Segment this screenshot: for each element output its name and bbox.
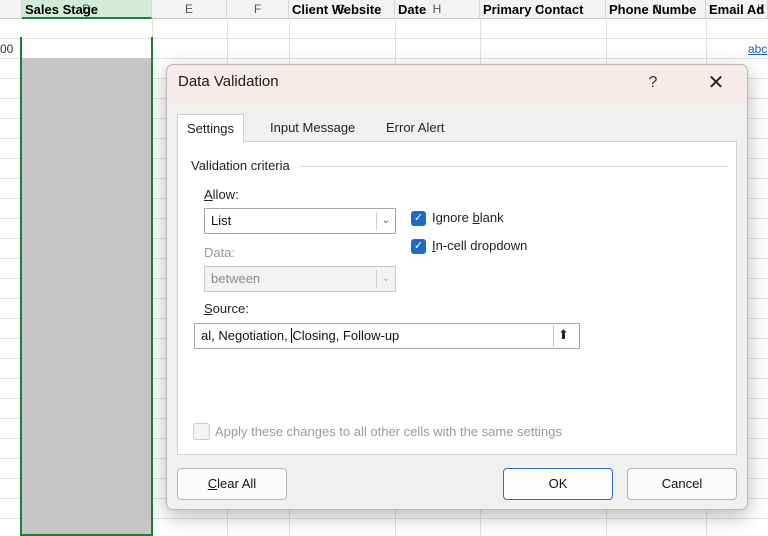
data-select: between ⌄ bbox=[204, 266, 396, 292]
dialog-title: Data Validation bbox=[178, 73, 279, 90]
allow-label: Allow: bbox=[204, 187, 239, 202]
header-cell-client-website[interactable]: Client Website bbox=[289, 0, 395, 20]
header-cell-phone-number[interactable]: Phone Numbe bbox=[606, 0, 706, 20]
source-value-after-caret: Closing, Follow-up bbox=[292, 328, 400, 343]
in-cell-dropdown-label: In-cell dropdown bbox=[432, 238, 528, 253]
apply-all-checkbox[interactable] bbox=[193, 423, 210, 440]
allow-select-value: List bbox=[211, 213, 232, 228]
data-validation-dialog: Data Validation ? ✕ Settings Input Messa… bbox=[166, 64, 748, 510]
tab-settings[interactable]: Settings bbox=[177, 114, 244, 143]
settings-panel: Validation criteria Allow: List ⌄ Data: … bbox=[177, 141, 737, 455]
ignore-blank-label: Ignore blank bbox=[432, 210, 504, 225]
data-label: Data: bbox=[204, 245, 236, 260]
help-button[interactable]: ? bbox=[641, 71, 665, 95]
collapse-dialog-icon[interactable]: ⬆ bbox=[553, 325, 573, 347]
header-cell-primary-contact[interactable]: Primary Contact bbox=[480, 0, 606, 20]
header-cell-sales-stage[interactable]: Sales Stage bbox=[22, 0, 150, 20]
close-icon[interactable]: ✕ bbox=[703, 70, 729, 96]
data-select-value: between bbox=[211, 271, 261, 286]
divider bbox=[300, 166, 728, 167]
allow-label-rest: llow: bbox=[212, 187, 239, 202]
ignore-blank-checkbox[interactable]: ✓ bbox=[411, 211, 426, 226]
tab-error-alert[interactable]: Error Alert bbox=[377, 114, 454, 142]
column-header-e[interactable]: E bbox=[152, 0, 227, 19]
cell-email-link[interactable]: abc bbox=[748, 42, 767, 56]
source-input[interactable]: al, Negotiation, Closing, Follow-up bbox=[194, 323, 580, 349]
tab-input-message[interactable]: Input Message bbox=[261, 114, 364, 142]
dialog-title-bar[interactable]: Data Validation ? ✕ bbox=[167, 65, 747, 103]
table-row bbox=[0, 19, 768, 39]
cell-partial-value[interactable]: 00 bbox=[0, 42, 13, 56]
allow-select[interactable]: List ⌄ bbox=[204, 208, 396, 234]
source-value-before-caret: al, Negotiation, bbox=[201, 328, 292, 343]
ok-button[interactable]: OK bbox=[503, 468, 613, 500]
validation-criteria-heading: Validation criteria bbox=[191, 158, 294, 173]
chevron-down-icon: ⌄ bbox=[376, 270, 395, 288]
column-header-f[interactable]: F bbox=[227, 0, 289, 19]
header-cell-date[interactable]: Date bbox=[395, 0, 480, 20]
apply-all-label: Apply these changes to all other cells w… bbox=[215, 424, 562, 439]
selected-range-border bbox=[20, 37, 153, 536]
clear-all-button[interactable]: Clear All bbox=[177, 468, 287, 500]
chevron-down-icon: ⌄ bbox=[376, 212, 395, 230]
header-cell-email[interactable]: Email Ad bbox=[706, 0, 768, 20]
column-header-c[interactable] bbox=[0, 0, 22, 19]
source-label: Source: bbox=[204, 301, 249, 316]
cancel-button[interactable]: Cancel bbox=[627, 468, 737, 500]
in-cell-dropdown-checkbox[interactable]: ✓ bbox=[411, 239, 426, 254]
